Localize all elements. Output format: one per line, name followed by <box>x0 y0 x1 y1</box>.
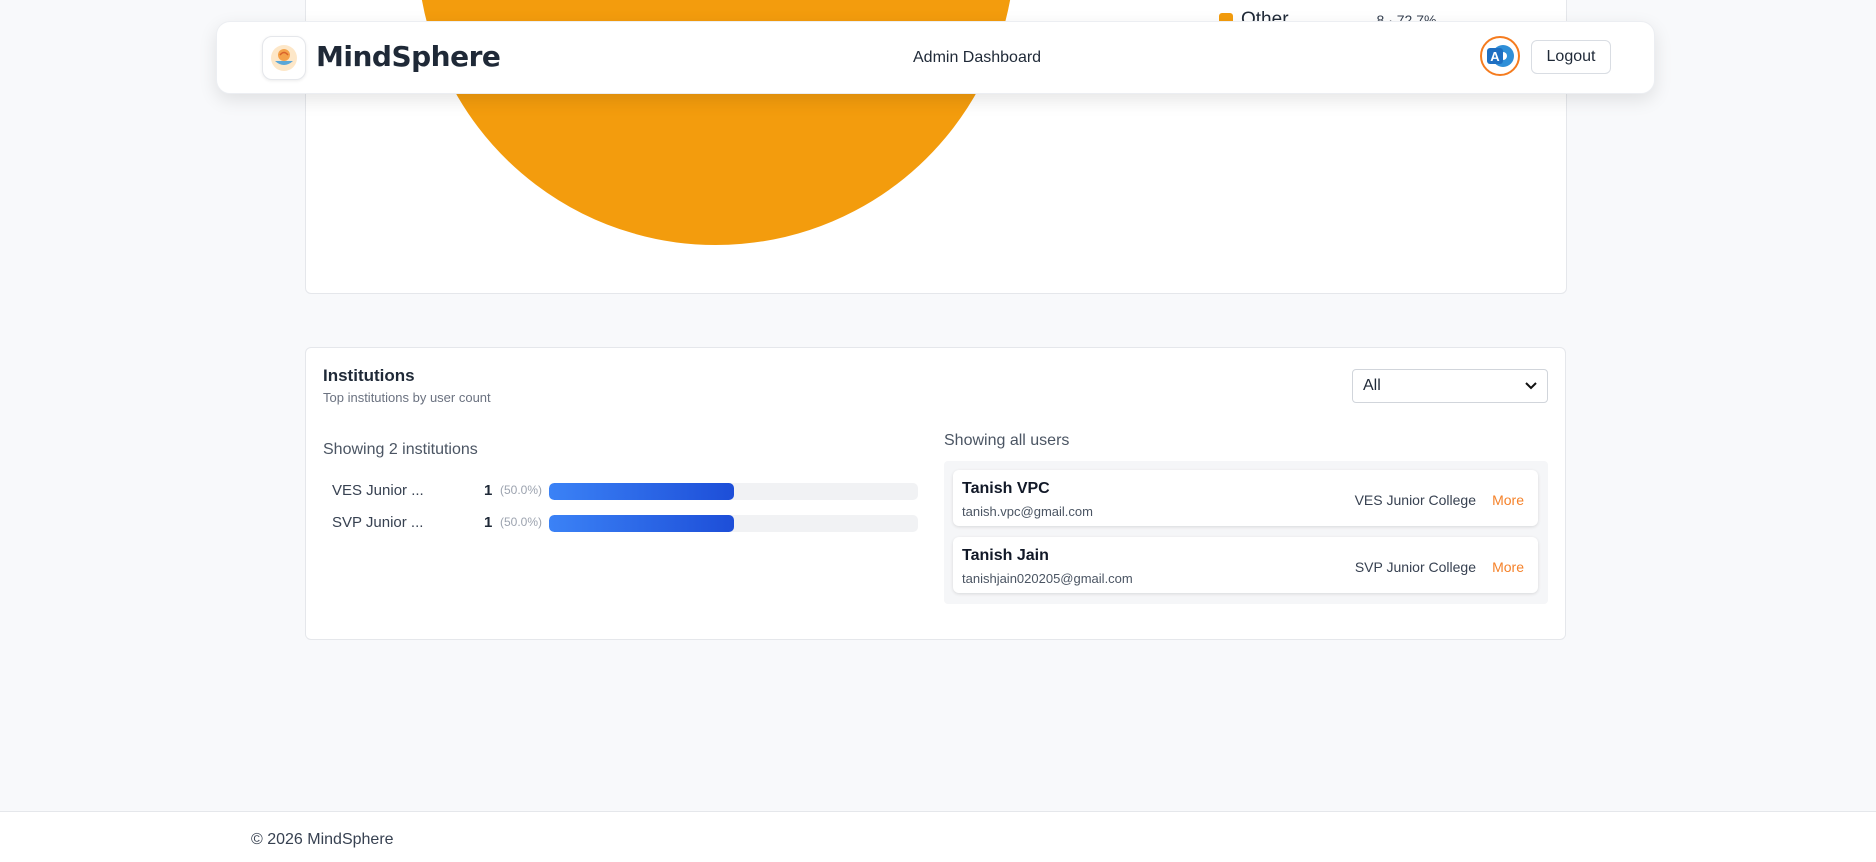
user-list-item[interactable]: Tanish VPC tanish.vpc@gmail.com VES Juni… <box>953 470 1538 526</box>
page-title: Admin Dashboard <box>913 49 1042 66</box>
logout-button[interactable]: Logout <box>1531 40 1611 74</box>
institutions-title: Institutions <box>323 366 415 385</box>
filter-selected-value: All <box>1363 377 1381 394</box>
footer: © 2026 MindSphere <box>0 811 1876 862</box>
user-email: tanish.vpc@gmail.com <box>962 504 1093 519</box>
user-list-item[interactable]: Tanish Jain tanishjain020205@gmail.com S… <box>953 537 1538 593</box>
institutions-count-text: Showing 2 institutions <box>323 441 478 458</box>
user-institution: VES Junior College <box>1354 492 1476 508</box>
users-list: Tanish VPC tanish.vpc@gmail.com VES Juni… <box>944 461 1548 604</box>
institution-bar-row[interactable]: VES Junior ... 1 (50.0%) <box>332 481 918 501</box>
user-name: Tanish VPC <box>962 480 1050 497</box>
institution-count: 1 <box>484 482 493 499</box>
brand-logo-icon[interactable] <box>262 36 306 80</box>
avatar-gear-icon: A <box>1487 45 1514 67</box>
bar-fill <box>549 515 734 532</box>
institution-percent: (50.0%) <box>500 483 543 497</box>
user-name: Tanish Jain <box>962 547 1049 564</box>
user-email: tanishjain020205@gmail.com <box>962 571 1133 586</box>
more-link[interactable]: More <box>1492 492 1524 508</box>
institution-name: SVP Junior ... <box>332 514 424 531</box>
user-avatar[interactable]: A <box>1480 36 1520 76</box>
institution-bar-row[interactable]: SVP Junior ... 1 (50.0%) <box>332 513 918 533</box>
footer-copyright: © 2026 MindSphere <box>251 831 394 848</box>
institution-name: VES Junior ... <box>332 482 424 499</box>
institution-filter-select[interactable]: All <box>1352 369 1548 403</box>
brand-name[interactable]: MindSphere <box>316 40 501 73</box>
user-institution: SVP Junior College <box>1354 559 1476 575</box>
institution-count: 1 <box>484 514 493 531</box>
institutions-card: Institutions Top institutions by user co… <box>305 347 1566 640</box>
chevron-down-icon <box>1525 382 1537 390</box>
bar-fill <box>549 483 734 500</box>
users-heading: Showing all users <box>944 432 1070 449</box>
avatar-letter: A <box>1490 49 1500 64</box>
bar-track <box>549 515 918 532</box>
more-link[interactable]: More <box>1492 559 1524 575</box>
institutions-subtitle: Top institutions by user count <box>323 390 491 405</box>
top-navbar: MindSphere Admin Dashboard A Logout <box>216 21 1655 94</box>
institution-percent: (50.0%) <box>500 515 543 529</box>
bar-track <box>549 483 918 500</box>
